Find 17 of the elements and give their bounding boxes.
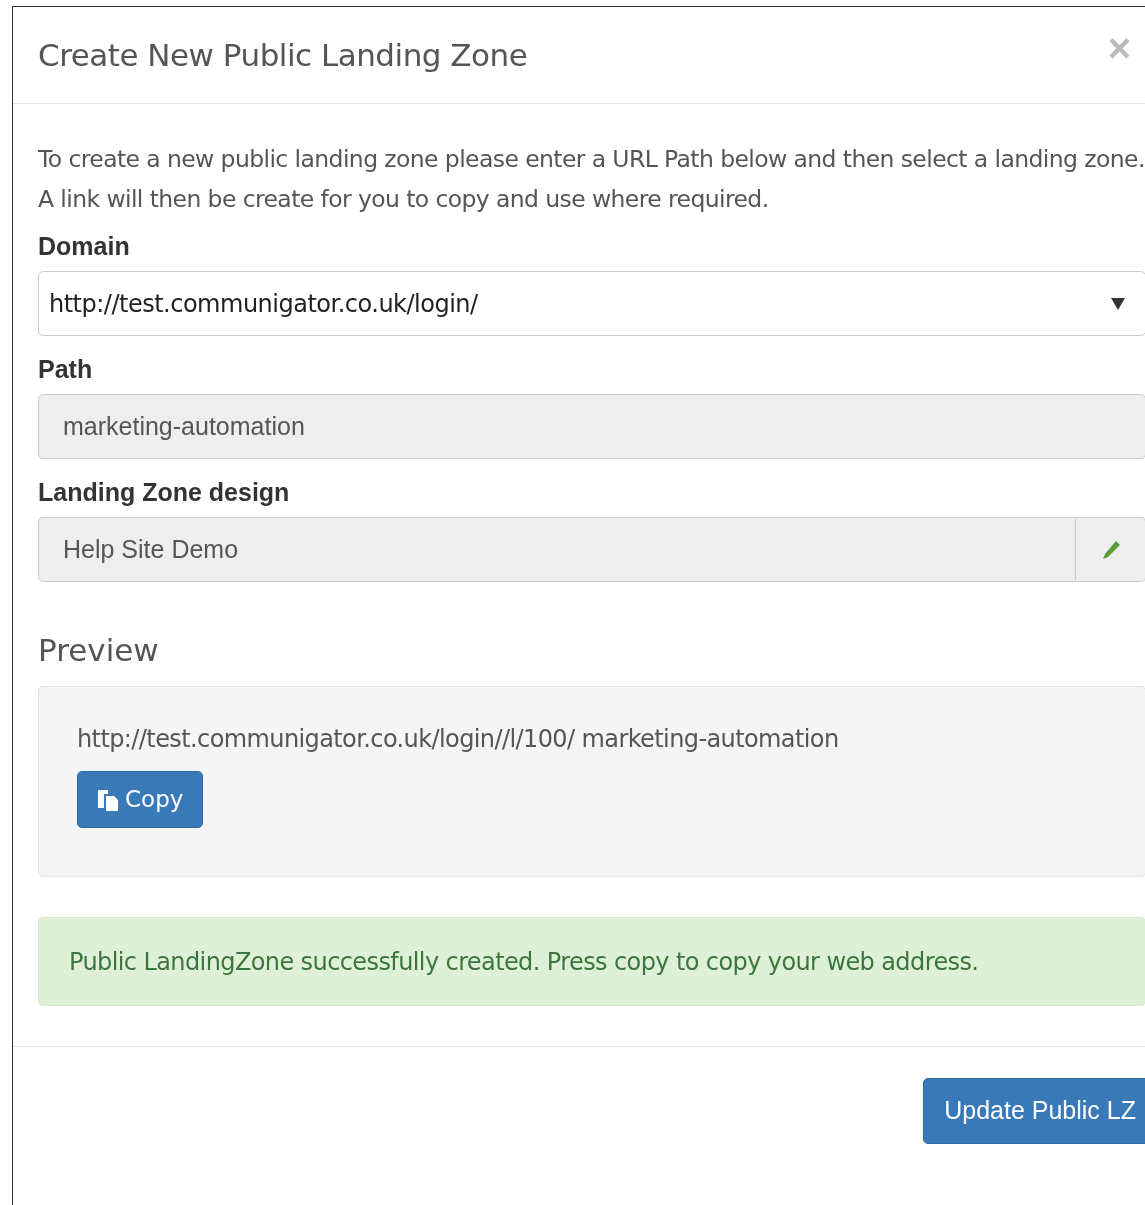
select-value: http://test.communigator.co.uk/login/ [49, 288, 478, 320]
field-label: Domain [38, 231, 131, 261]
preview-url: http://test.communigator.co.uk/login//l/100/ marketing-automation [77, 724, 840, 755]
domain-select[interactable]: http://test.communigator.co.uk/login/ [38, 271, 1145, 336]
modal-title: Create New Public Landing Zone [38, 35, 528, 75]
edit-button[interactable] [1076, 517, 1145, 582]
field-label: Landing Zone design [38, 477, 291, 507]
copy-button[interactable]: Copy [77, 771, 204, 828]
preview-heading: Preview [38, 631, 160, 670]
field-label: Path [38, 354, 94, 384]
design-field[interactable]: Help Site Demo [38, 517, 1076, 582]
copy-icon [97, 787, 119, 812]
path-field[interactable]: marketing-automation [38, 394, 1145, 459]
caret-icon [1111, 297, 1125, 310]
update-button[interactable]: Update Public LZ [923, 1078, 1145, 1144]
alert-message: Public LandingZone successfully created. Press copy to copy your web address. [69, 946, 979, 978]
intro-text: To create a new public landing zone please enter a URL Path below and then select a landing zone. A link will then be create for you to copy and use where required. [38, 144, 1145, 215]
